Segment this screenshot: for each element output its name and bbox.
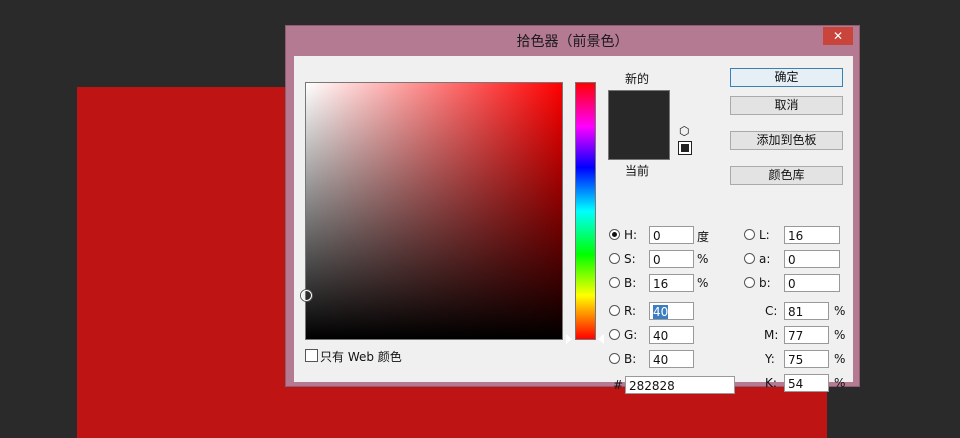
- brightness-radio[interactable]: [609, 277, 620, 288]
- hue-label: H:: [624, 228, 638, 242]
- title-bar[interactable]: 拾色器（前景色） ✕: [286, 26, 859, 53]
- lab-b-label: b:: [759, 276, 771, 290]
- red-input[interactable]: 40: [649, 302, 694, 320]
- black-label: K:: [765, 376, 777, 390]
- saturation-radio[interactable]: [609, 253, 620, 264]
- dialog-title: 拾色器（前景色）: [516, 34, 629, 50]
- green-radio[interactable]: [609, 329, 620, 340]
- green-label: G:: [624, 328, 638, 342]
- lab-b-radio[interactable]: [744, 277, 755, 288]
- cyan-unit: %: [834, 304, 846, 318]
- hex-label: #: [613, 378, 624, 392]
- blue-radio[interactable]: [609, 353, 620, 364]
- blue-label: B:: [624, 352, 637, 366]
- red-label: R:: [624, 304, 637, 318]
- ok-button[interactable]: 确定: [730, 68, 843, 87]
- black-input[interactable]: 54: [784, 374, 829, 392]
- web-colors-only-checkbox[interactable]: [305, 349, 318, 362]
- hue-slider-right-handle[interactable]: [598, 334, 604, 344]
- color-picker-dialog: 拾色器（前景色） ✕ 新的 当前 ⬡ 确定 取消 添加到色板 颜色库 H: 0 …: [285, 25, 860, 394]
- color-field-marker[interactable]: [301, 290, 312, 301]
- cyan-input[interactable]: 81: [784, 302, 829, 320]
- hue-unit: 度: [697, 230, 710, 244]
- green-input[interactable]: 40: [649, 326, 694, 344]
- brightness-input[interactable]: 16: [649, 274, 694, 292]
- brightness-unit: %: [697, 276, 709, 290]
- hue-slider-left-handle[interactable]: [566, 334, 572, 344]
- magenta-unit: %: [834, 328, 846, 342]
- lab-a-label: a:: [759, 252, 771, 266]
- yellow-input[interactable]: 75: [784, 350, 829, 368]
- new-color-label: 新的: [625, 72, 650, 86]
- magenta-label: M:: [764, 328, 779, 342]
- lab-l-radio[interactable]: [744, 229, 755, 240]
- add-to-swatches-button[interactable]: 添加到色板: [730, 131, 843, 150]
- dialog-body: 新的 当前 ⬡ 确定 取消 添加到色板 颜色库 H: 0 度 S: 0 % B:…: [294, 56, 853, 394]
- saturation-label: S:: [624, 252, 636, 266]
- saturation-unit: %: [697, 252, 709, 266]
- color-swatch-preview: [608, 90, 670, 160]
- web-colors-only-label: 只有 Web 颜色: [320, 350, 402, 364]
- yellow-label: Y:: [765, 352, 775, 366]
- red-value: 40: [653, 305, 669, 319]
- hue-slider[interactable]: [575, 82, 596, 340]
- magenta-input[interactable]: 77: [784, 326, 829, 344]
- hue-radio[interactable]: [609, 229, 620, 240]
- cyan-label: C:: [765, 304, 778, 318]
- cancel-button[interactable]: 取消: [730, 96, 843, 115]
- web-safe-swatch-icon[interactable]: [678, 141, 692, 155]
- lab-a-radio[interactable]: [744, 253, 755, 264]
- lab-a-input[interactable]: 0: [784, 250, 840, 268]
- cube-icon[interactable]: ⬡: [679, 124, 689, 138]
- red-radio[interactable]: [609, 305, 620, 316]
- current-color-label: 当前: [625, 164, 650, 178]
- yellow-unit: %: [834, 352, 846, 366]
- black-unit: %: [834, 376, 846, 390]
- close-button[interactable]: ✕: [823, 27, 853, 45]
- color-libraries-button[interactable]: 颜色库: [730, 166, 843, 185]
- blue-input[interactable]: 40: [649, 350, 694, 368]
- brightness-label: B:: [624, 276, 637, 290]
- color-field[interactable]: [301, 82, 563, 340]
- hex-input[interactable]: 282828: [625, 376, 735, 394]
- hue-input[interactable]: 0: [649, 226, 694, 244]
- lab-b-input[interactable]: 0: [784, 274, 840, 292]
- saturation-input[interactable]: 0: [649, 250, 694, 268]
- lab-l-label: L:: [759, 228, 770, 242]
- lab-l-input[interactable]: 16: [784, 226, 840, 244]
